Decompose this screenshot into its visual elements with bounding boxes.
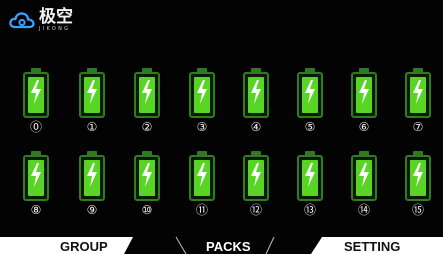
lightning-bolt-icon bbox=[197, 80, 207, 104]
battery-pack-0-icon[interactable] bbox=[23, 68, 49, 118]
lightning-bolt-icon bbox=[305, 80, 315, 104]
battery-pack-8-icon[interactable] bbox=[23, 151, 49, 201]
pack-number-label: ⑪ bbox=[195, 203, 208, 217]
pack-number-label: ⑦ bbox=[412, 120, 424, 134]
battery-pack-13-icon[interactable] bbox=[297, 151, 323, 201]
brand-name-latin: JIKONG bbox=[39, 26, 71, 32]
lightning-bolt-icon bbox=[142, 80, 152, 104]
battery-pack-3-icon[interactable] bbox=[189, 68, 215, 118]
pack-number-label: ③ bbox=[196, 120, 208, 134]
pack-number-label: ⑤ bbox=[304, 120, 316, 134]
pack-number-label: ⑨ bbox=[86, 203, 98, 217]
lightning-bolt-icon bbox=[251, 80, 261, 104]
pack-number-label: ⑬ bbox=[303, 203, 316, 217]
pack-number-label: ⑧ bbox=[30, 203, 42, 217]
battery-pack-7-icon[interactable] bbox=[405, 68, 431, 118]
pack-number-label: ⑫ bbox=[249, 203, 262, 217]
lightning-bolt-icon bbox=[87, 80, 97, 104]
lightning-bolt-icon bbox=[31, 80, 41, 104]
pack-number-label: ⓪ bbox=[29, 120, 42, 134]
lightning-bolt-icon bbox=[359, 80, 369, 104]
pack-number-label: ⑩ bbox=[141, 203, 153, 217]
battery-pack-12-icon[interactable] bbox=[243, 151, 269, 201]
lightning-bolt-icon bbox=[251, 163, 261, 187]
battery-pack-2-icon[interactable] bbox=[134, 68, 160, 118]
pack-number-label: ⑥ bbox=[358, 120, 370, 134]
lightning-bolt-icon bbox=[31, 163, 41, 187]
lightning-bolt-icon bbox=[359, 163, 369, 187]
lightning-bolt-icon bbox=[142, 163, 152, 187]
lightning-bolt-icon bbox=[413, 163, 423, 187]
tab-packs-left-edge bbox=[175, 237, 187, 254]
pack-number-label: ⑭ bbox=[357, 203, 370, 217]
pack-number-label: ① bbox=[86, 120, 98, 134]
battery-pack-9-icon[interactable] bbox=[79, 151, 105, 201]
tab-packs-right-edge bbox=[265, 237, 275, 254]
lightning-bolt-icon bbox=[305, 163, 315, 187]
screen: 极空 JIKONG ⓪ ① ② ③ ④ ⑤ ⑥ ⑦ ⑧ ⑨ ⑩ ⑪ ⑫ ⑬ ⑭ ⑮ GROUP PACKS S… bbox=[0, 0, 443, 254]
battery-pack-1-icon[interactable] bbox=[79, 68, 105, 118]
battery-pack-5-icon[interactable] bbox=[297, 68, 323, 118]
battery-pack-11-icon[interactable] bbox=[189, 151, 215, 201]
pack-number-label: ② bbox=[141, 120, 153, 134]
lightning-bolt-icon bbox=[413, 80, 423, 104]
pack-number-label: ④ bbox=[250, 120, 262, 134]
battery-pack-15-icon[interactable] bbox=[405, 151, 431, 201]
brand-logo: 极空 JIKONG bbox=[9, 9, 73, 32]
brand-name: 极空 bbox=[39, 7, 73, 27]
tab-setting[interactable]: SETTING bbox=[344, 239, 400, 254]
pack-number-label: ⑮ bbox=[411, 203, 424, 217]
battery-pack-14-icon[interactable] bbox=[351, 151, 377, 201]
lightning-bolt-icon bbox=[197, 163, 207, 187]
lightning-bolt-icon bbox=[87, 163, 97, 187]
battery-pack-6-icon[interactable] bbox=[351, 68, 377, 118]
battery-pack-10-icon[interactable] bbox=[134, 151, 160, 201]
tab-group[interactable]: GROUP bbox=[60, 239, 108, 254]
cloud-logo-icon bbox=[9, 12, 35, 29]
tab-packs[interactable]: PACKS bbox=[206, 239, 251, 254]
battery-pack-4-icon[interactable] bbox=[243, 68, 269, 118]
